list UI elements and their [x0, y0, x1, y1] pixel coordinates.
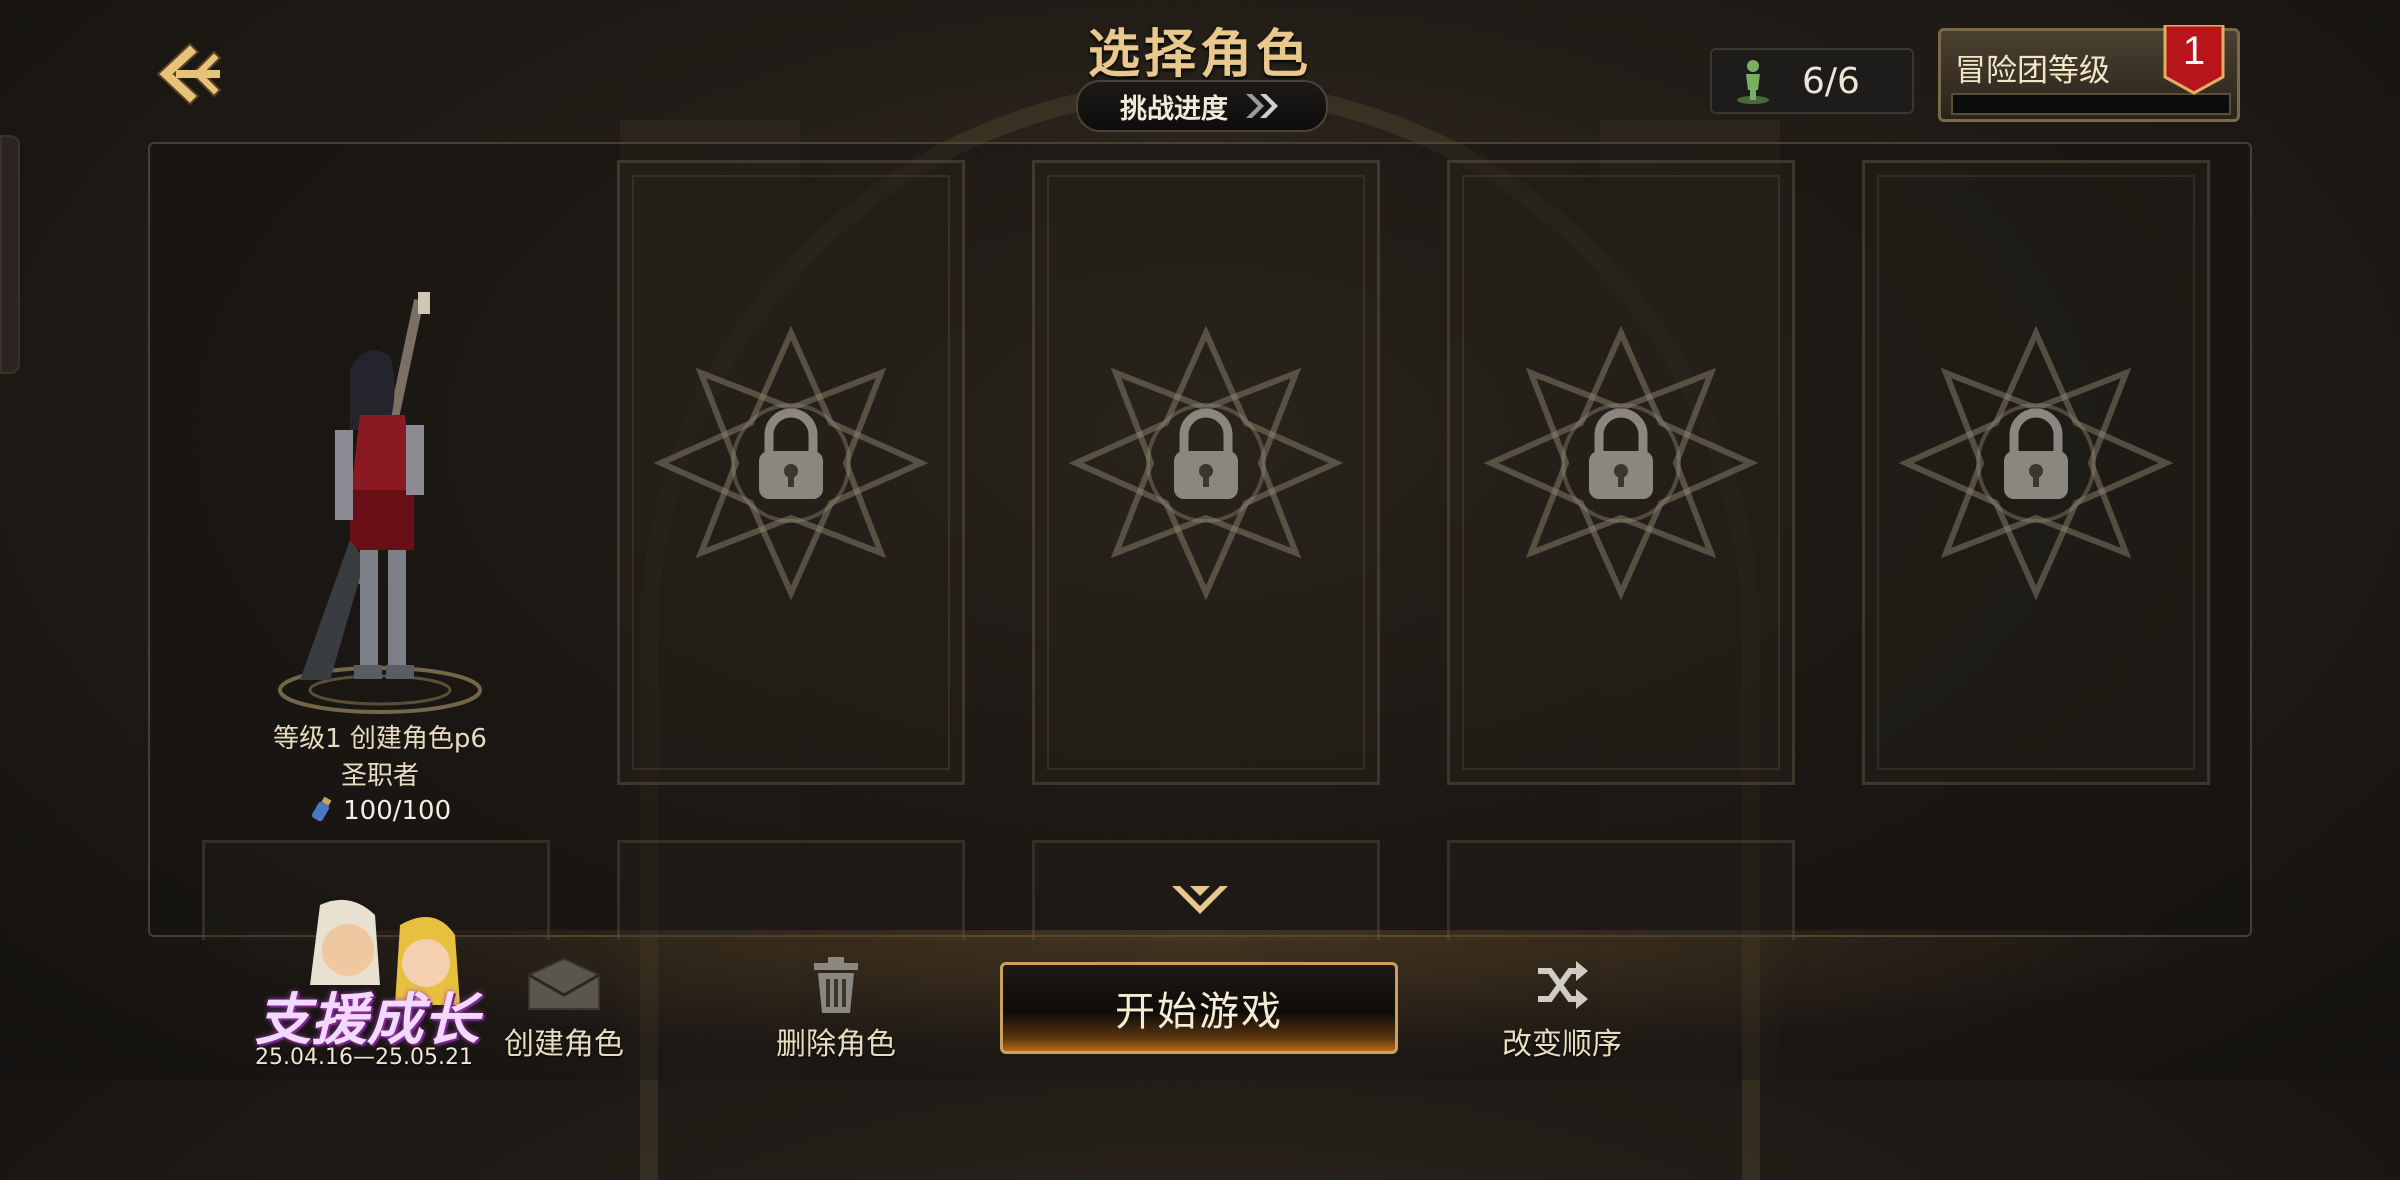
- character-class: 圣职者: [340, 761, 419, 791]
- delete-character-label: 删除角色: [776, 1027, 896, 1062]
- lock-icon: [1483, 325, 1759, 601]
- event-date: 25.04.16—25.05.21: [255, 1045, 473, 1070]
- chevron-down-icon: [1172, 886, 1228, 914]
- delete-character-button[interactable]: 删除角色: [736, 955, 936, 1065]
- lock-icon: [1898, 325, 2174, 601]
- event-title: 支援成长: [255, 987, 479, 1053]
- slot-row2: [617, 840, 965, 940]
- adventure-level-label: 冒险团等级: [1955, 53, 2110, 89]
- person-icon: [1737, 60, 1769, 104]
- create-character-button[interactable]: 创建角色: [464, 955, 664, 1065]
- character-fatigue: 100/100: [200, 795, 560, 826]
- adventure-level-value: 1: [2182, 29, 2206, 73]
- envelope-icon: [528, 957, 600, 1010]
- lock-icon: [1068, 325, 1344, 601]
- locked-slot[interactable]: [1862, 160, 2210, 785]
- start-game-label: 开始游戏: [1115, 989, 1283, 1035]
- trash-icon: [814, 957, 858, 1013]
- shuffle-icon: [1538, 961, 1588, 1009]
- start-game-button[interactable]: 开始游戏: [1000, 962, 1398, 1054]
- reorder-button[interactable]: 改变顺序: [1462, 955, 1662, 1065]
- slots-count: 6/6: [1802, 60, 1860, 102]
- challenge-label: 挑战进度: [1120, 93, 1228, 125]
- locked-slot[interactable]: [1447, 160, 1795, 785]
- character-name: 等级1 创建角色p6: [273, 724, 487, 754]
- create-character-label: 创建角色: [504, 1027, 624, 1062]
- locked-slot[interactable]: [1032, 160, 1380, 785]
- adventure-level-badge: 1: [2163, 25, 2225, 95]
- adventure-level-panel[interactable]: 冒险团等级 1: [1938, 25, 2240, 122]
- character-sprite: [278, 292, 482, 714]
- side-tab[interactable]: [0, 135, 20, 374]
- lock-icon: [653, 325, 929, 601]
- scroll-down-button[interactable]: [1168, 880, 1232, 924]
- locked-slot[interactable]: [617, 160, 965, 785]
- reorder-label: 改变顺序: [1502, 1027, 1622, 1062]
- fatigue-value: 100/100: [343, 796, 452, 826]
- chevron-double-right-icon: [1246, 94, 1278, 118]
- character-slots-counter: 6/6: [1710, 48, 1914, 114]
- fatigue-potion-icon: [311, 796, 332, 822]
- adventure-progress-bar: [1951, 93, 2231, 115]
- slot-row2: [1447, 840, 1795, 940]
- challenge-progress-button[interactable]: 挑战进度: [1076, 80, 1328, 132]
